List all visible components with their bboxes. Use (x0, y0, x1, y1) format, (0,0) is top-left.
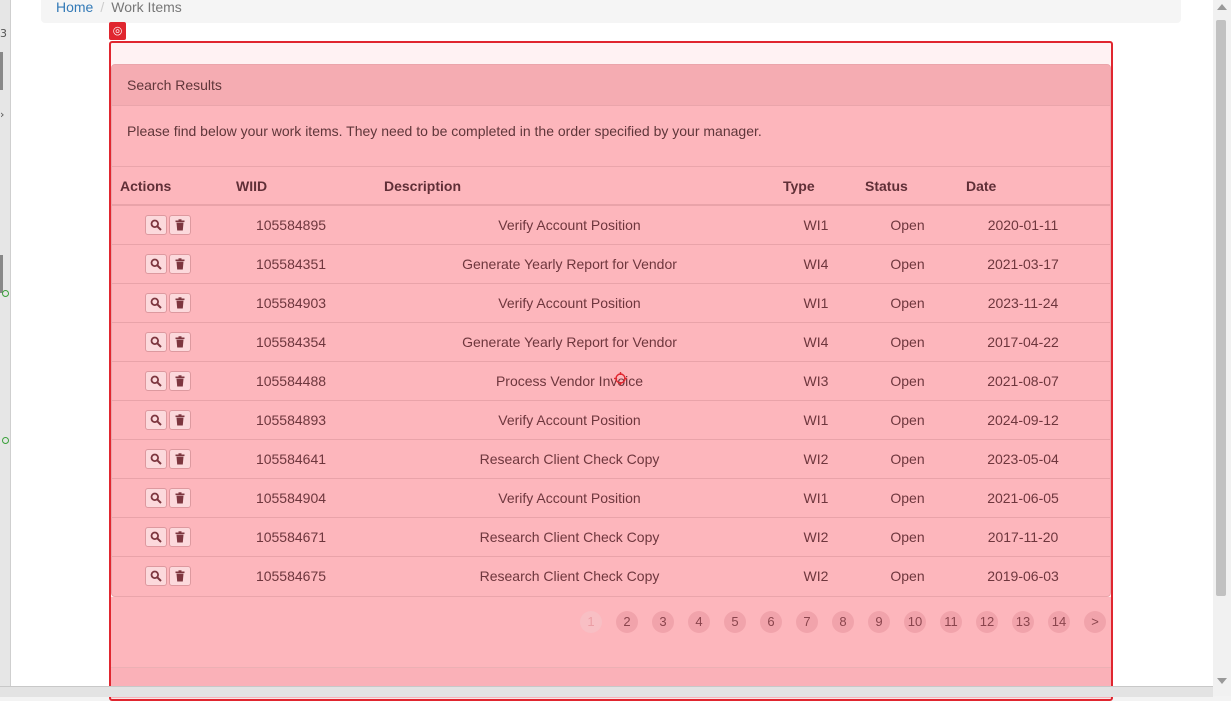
left-strip-bar (0, 255, 3, 293)
crosshair-cursor-icon (614, 372, 627, 385)
left-strip-bar (0, 52, 3, 90)
status-dot-icon (2, 290, 9, 297)
page-content: Home / Work Items Search Results Please fi… (11, 0, 1213, 701)
highlight-frame (109, 41, 1113, 701)
left-strip-glyph: 3 (0, 27, 7, 40)
chevron-right-icon[interactable]: › (0, 108, 10, 121)
target-icon: ◎ (109, 22, 126, 40)
window-bottom-edge (0, 686, 1213, 697)
vertical-scrollbar[interactable] (1213, 0, 1231, 696)
scrollbar-thumb[interactable] (1216, 20, 1226, 596)
scroll-down-icon[interactable] (1217, 678, 1227, 684)
scroll-up-icon[interactable] (1217, 4, 1227, 10)
breadcrumb-separator: / (100, 0, 105, 15)
breadcrumb-current: Work Items (111, 0, 182, 15)
status-dot-icon (2, 437, 9, 444)
left-app-strip: 3 › (0, 0, 11, 696)
breadcrumb: Home / Work Items (41, 0, 1181, 23)
breadcrumb-home-link[interactable]: Home (56, 0, 93, 15)
